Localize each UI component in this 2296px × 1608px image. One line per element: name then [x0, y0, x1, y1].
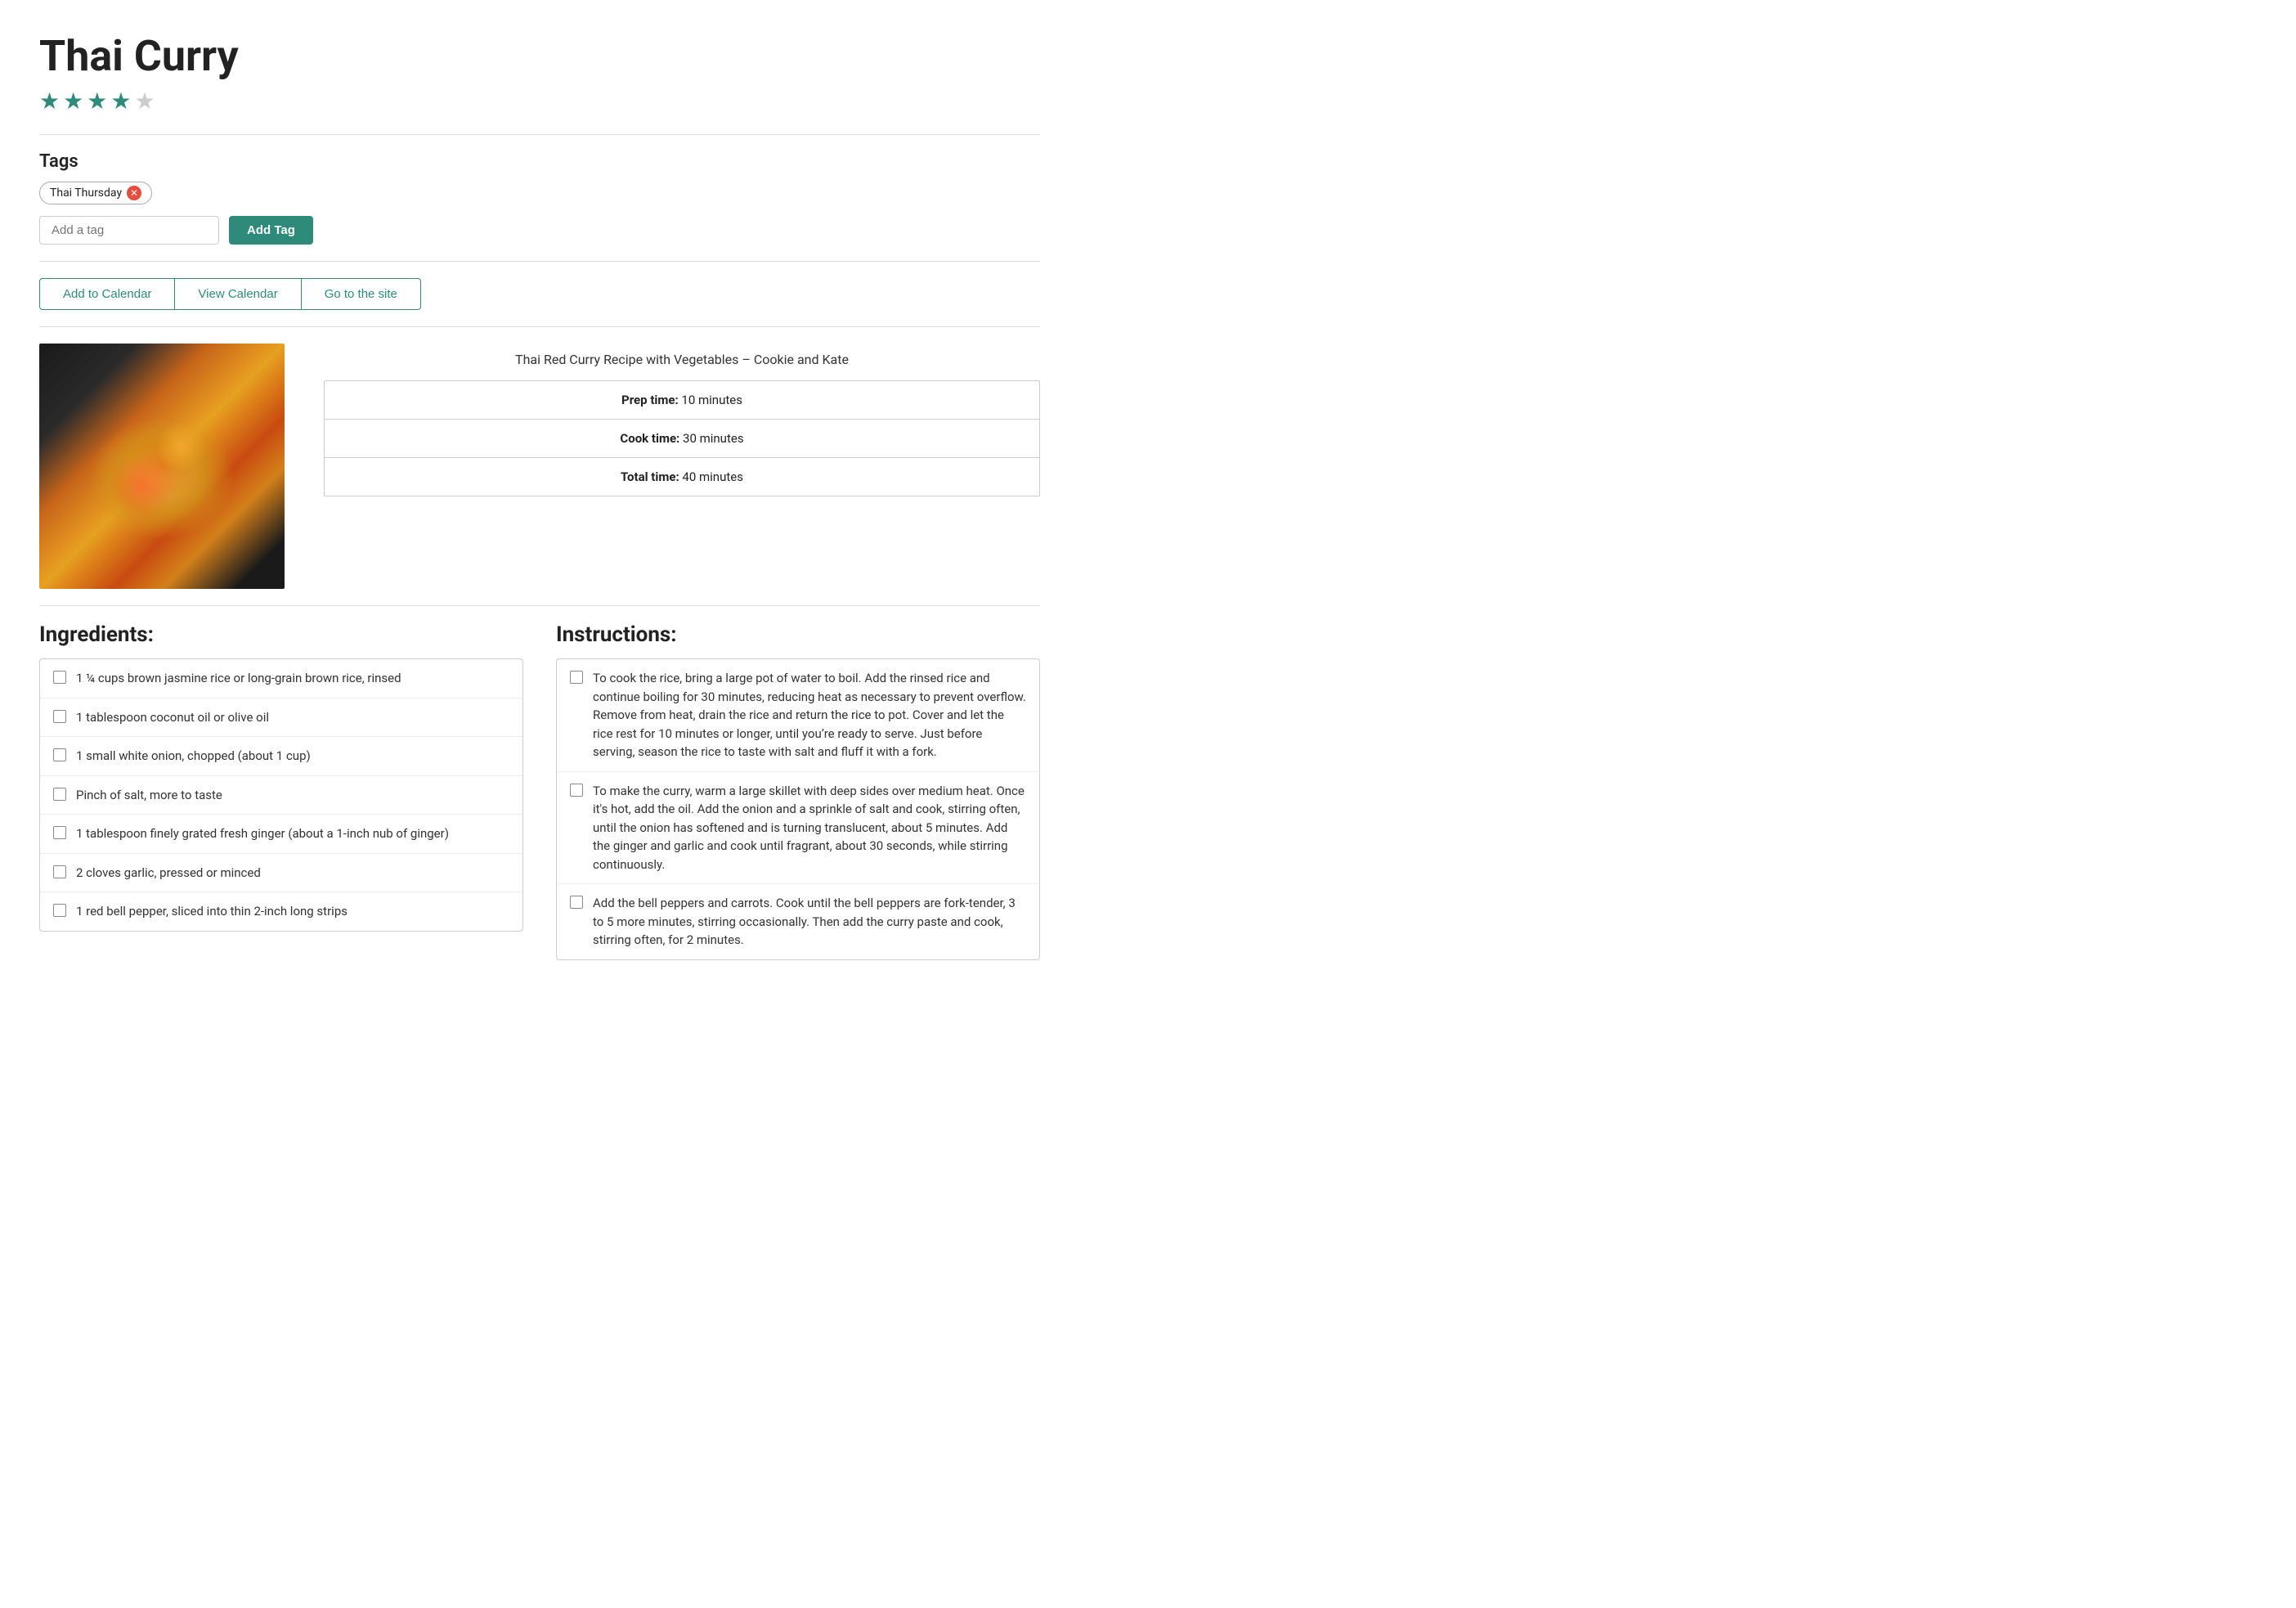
- tags-section: Tags Thai Thursday ✕ Add Tag: [39, 151, 1040, 245]
- instruction-item: To cook the rice, bring a large pot of w…: [557, 659, 1039, 772]
- divider-1: [39, 134, 1040, 135]
- view-calendar-btn[interactable]: View Calendar: [174, 278, 300, 310]
- star-rating[interactable]: ★ ★ ★ ★ ★: [39, 88, 1040, 115]
- ingredients-list: 1 ¼ cups brown jasmine rice or long-grai…: [39, 658, 523, 932]
- tag-remove-button[interactable]: ✕: [127, 186, 141, 200]
- prep-time-label: Prep time:: [621, 393, 679, 407]
- instruction-checkbox-1[interactable]: [570, 784, 583, 797]
- instruction-text: To cook the rice, bring a large pot of w…: [593, 669, 1026, 761]
- divider-2: [39, 261, 1040, 262]
- cook-time-row: Cook time: 30 minutes: [325, 420, 1039, 458]
- ingredient-checkbox-4[interactable]: [53, 826, 66, 839]
- instructions-header: Instructions:: [556, 622, 1040, 647]
- instructions-list: To cook the rice, bring a large pot of w…: [556, 658, 1040, 960]
- instructions-section: Instructions: To cook the rice, bring a …: [556, 622, 1040, 960]
- go-to-site-btn[interactable]: Go to the site: [301, 278, 421, 310]
- instruction-checkbox-2[interactable]: [570, 896, 583, 909]
- add-to-calendar-btn[interactable]: Add to Calendar: [39, 278, 174, 310]
- ingredient-item: 2 cloves garlic, pressed or minced: [40, 854, 522, 893]
- ingredient-text: Pinch of salt, more to taste: [76, 786, 509, 805]
- ingredient-checkbox-2[interactable]: [53, 748, 66, 761]
- add-tag-button[interactable]: Add Tag: [229, 216, 313, 245]
- ingredients-header: Ingredients:: [39, 622, 523, 647]
- recipe-info-panel: Thai Red Curry Recipe with Vegetables – …: [324, 344, 1040, 496]
- instruction-checkbox-0[interactable]: [570, 671, 583, 684]
- ingredient-checkbox-0[interactable]: [53, 671, 66, 684]
- ingredient-item: 1 tablespoon finely grated fresh ginger …: [40, 815, 522, 854]
- prep-time-row: Prep time: 10 minutes: [325, 381, 1039, 420]
- calendar-buttons-group: Add to Calendar View Calendar Go to the …: [39, 278, 1040, 310]
- star-3[interactable]: ★: [87, 88, 107, 115]
- cook-time-value-text: 30 minutes: [683, 431, 744, 446]
- ingredient-text: 2 cloves garlic, pressed or minced: [76, 864, 509, 883]
- prep-time-value-text: 10 minutes: [681, 393, 742, 407]
- total-time-row: Total time: 40 minutes: [325, 458, 1039, 496]
- ingredient-item: 1 tablespoon coconut oil or olive oil: [40, 698, 522, 738]
- recipe-image-container: [39, 344, 285, 589]
- ingredient-text: 1 small white onion, chopped (about 1 cu…: [76, 747, 509, 766]
- total-time-label: Total time:: [621, 469, 679, 484]
- ingredient-text: 1 red bell pepper, sliced into thin 2-in…: [76, 902, 509, 921]
- ingredient-checkbox-6[interactable]: [53, 904, 66, 917]
- tags-list: Thai Thursday ✕: [39, 182, 1040, 204]
- recipe-main-section: Thai Red Curry Recipe with Vegetables – …: [39, 344, 1040, 589]
- ingredient-item: 1 small white onion, chopped (about 1 cu…: [40, 737, 522, 776]
- instruction-text: To make the curry, warm a large skillet …: [593, 782, 1026, 874]
- tag-label: Thai Thursday: [50, 186, 122, 200]
- recipe-image: [39, 344, 285, 589]
- bottom-section: Ingredients: 1 ¼ cups brown jasmine rice…: [39, 622, 1040, 960]
- ingredient-text: 1 tablespoon coconut oil or olive oil: [76, 708, 509, 727]
- cook-time-label: Cook time:: [620, 431, 679, 446]
- ingredient-checkbox-5[interactable]: [53, 865, 66, 878]
- star-2[interactable]: ★: [63, 88, 83, 115]
- instruction-item: To make the curry, warm a large skillet …: [557, 772, 1039, 885]
- ingredient-text: 1 ¼ cups brown jasmine rice or long-grai…: [76, 669, 509, 688]
- tag-input-row: Add Tag: [39, 216, 1040, 245]
- ingredient-checkbox-3[interactable]: [53, 788, 66, 801]
- divider-4: [39, 605, 1040, 606]
- recipe-source-title: Thai Red Curry Recipe with Vegetables – …: [324, 352, 1040, 367]
- time-table: Prep time: 10 minutes Cook time: 30 minu…: [324, 380, 1040, 496]
- add-tag-input[interactable]: [39, 216, 219, 245]
- tag-thai-thursday: Thai Thursday ✕: [39, 182, 152, 204]
- ingredient-item: 1 red bell pepper, sliced into thin 2-in…: [40, 892, 522, 931]
- recipe-title: Thai Curry: [39, 33, 1040, 79]
- divider-3: [39, 326, 1040, 327]
- ingredient-text: 1 tablespoon finely grated fresh ginger …: [76, 824, 509, 843]
- instruction-item: Add the bell peppers and carrots. Cook u…: [557, 884, 1039, 959]
- star-1[interactable]: ★: [39, 88, 60, 115]
- ingredients-section: Ingredients: 1 ¼ cups brown jasmine rice…: [39, 622, 523, 960]
- instruction-text: Add the bell peppers and carrots. Cook u…: [593, 894, 1026, 950]
- total-time-value-text: 40 minutes: [682, 469, 743, 484]
- tags-label: Tags: [39, 151, 1040, 172]
- star-4[interactable]: ★: [110, 88, 131, 115]
- star-5[interactable]: ★: [134, 88, 155, 115]
- ingredient-item: 1 ¼ cups brown jasmine rice or long-grai…: [40, 659, 522, 698]
- ingredient-checkbox-1[interactable]: [53, 710, 66, 723]
- ingredient-item: Pinch of salt, more to taste: [40, 776, 522, 815]
